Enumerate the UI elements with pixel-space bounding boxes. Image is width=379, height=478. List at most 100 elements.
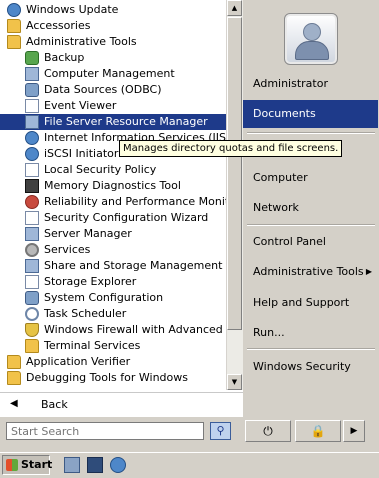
power-icon: ⏻ <box>263 424 273 438</box>
event-viewer-icon <box>25 99 39 113</box>
scroll-down-button[interactable]: ▼ <box>227 374 242 390</box>
program-label: Data Sources (ODBC) <box>44 83 162 96</box>
program-item[interactable]: Data Sources (ODBC) <box>0 82 226 98</box>
scroll-thumb[interactable] <box>227 17 242 330</box>
right-menu-label: Help and Support <box>253 296 350 309</box>
program-label: Debugging Tools for Windows <box>26 371 188 384</box>
program-item[interactable]: Windows Update <box>0 2 226 18</box>
program-item[interactable]: Storage Explorer <box>0 274 226 290</box>
program-item[interactable]: Event Viewer <box>0 98 226 114</box>
program-label: Event Viewer <box>44 99 117 112</box>
program-list-scrollbar[interactable]: ▲ ▼ <box>226 0 243 390</box>
chevron-right-icon: ▶ <box>350 426 358 436</box>
back-button[interactable]: ◀ Back <box>0 392 243 417</box>
right-pane: Administrator Documents Computer Network Con… <box>243 0 379 417</box>
program-label: Local Security Policy <box>44 163 157 176</box>
program-item[interactable]: Server Manager <box>0 226 226 242</box>
program-item[interactable]: Terminal Services <box>0 338 226 354</box>
search-button[interactable]: ⚲ <box>210 422 231 440</box>
program-item[interactable]: Security Configuration Wizard <box>0 210 226 226</box>
windows-logo-icon <box>6 459 18 471</box>
wizard-icon <box>25 211 39 225</box>
program-label: Application Verifier <box>26 355 131 368</box>
program-item[interactable]: Services <box>0 242 226 258</box>
backup-icon <box>25 51 39 65</box>
start-search-input[interactable] <box>6 422 204 440</box>
program-label: Backup <box>44 51 85 64</box>
folder-icon <box>7 371 21 385</box>
right-menu-label: Computer <box>253 171 308 184</box>
right-menu-item[interactable]: Run... <box>243 319 378 347</box>
menu-separator <box>247 224 375 226</box>
odbc-icon <box>25 83 39 97</box>
computer-management-icon <box>25 67 39 81</box>
folder-icon <box>7 35 21 49</box>
right-menu-label: Administrator <box>253 77 328 90</box>
internet-explorer-icon[interactable] <box>110 457 126 473</box>
program-item[interactable]: Computer Management <box>0 66 226 82</box>
folder-icon <box>7 355 21 369</box>
program-item[interactable]: Backup <box>0 50 226 66</box>
program-item[interactable]: Windows Firewall with Advanced Security <box>0 322 226 338</box>
firewall-icon <box>25 323 39 337</box>
right-menu-item[interactable]: Windows Security <box>243 353 378 381</box>
taskbar: Start <box>0 452 379 478</box>
all-programs-pane: Windows Update Accessories Administrative … <box>0 0 244 417</box>
start-label: Start <box>21 458 53 471</box>
power-options-button[interactable]: ▶ <box>343 420 365 442</box>
submenu-arrow-icon: ▶ <box>365 267 372 276</box>
system-config-icon <box>25 291 39 305</box>
lock-icon: 🔒 <box>310 424 326 438</box>
iscsi-icon <box>25 147 39 161</box>
right-menu-label: Documents <box>253 107 316 120</box>
right-menu-item[interactable]: Help and Support <box>243 289 378 317</box>
right-menu-item[interactable]: Control Panel <box>243 228 378 256</box>
power-button[interactable]: ⏻ <box>245 420 291 442</box>
program-item[interactable]: Administrative Tools <box>0 34 226 50</box>
search-icon: ⚲ <box>216 424 225 437</box>
right-menu-item[interactable]: Computer <box>243 164 378 192</box>
power-buttons: ⏻ 🔒 ▶ <box>245 420 366 442</box>
program-label: Services <box>44 243 91 256</box>
performance-icon <box>25 195 39 209</box>
program-label: Share and Storage Management <box>44 259 223 272</box>
right-menu-item[interactable]: Documents <box>243 100 378 128</box>
program-item[interactable]: Memory Diagnostics Tool <box>0 178 226 194</box>
program-item[interactable]: Local Security Policy <box>0 162 226 178</box>
program-label: Security Configuration Wizard <box>44 211 209 224</box>
program-item[interactable]: Debugging Tools for Windows <box>0 370 226 386</box>
scroll-up-button[interactable]: ▲ <box>227 0 242 16</box>
program-item[interactable]: Application Verifier <box>0 354 226 370</box>
security-policy-icon <box>25 163 39 177</box>
show-desktop-icon[interactable] <box>87 457 103 473</box>
right-menu-item[interactable]: Network <box>243 194 378 222</box>
program-label: Windows Update <box>26 3 119 16</box>
right-menu-label: Administrative Tools <box>253 265 364 278</box>
program-label: Terminal Services <box>44 339 141 352</box>
program-item[interactable]: System Configuration <box>0 290 226 306</box>
program-list: Windows Update Accessories Administrative … <box>0 0 226 390</box>
program-item[interactable]: Accessories <box>0 18 226 34</box>
server-manager-quicklaunch-icon[interactable] <box>64 457 80 473</box>
right-menu-label: Network <box>253 201 299 214</box>
user-avatar[interactable] <box>284 13 338 65</box>
right-menu-item[interactable]: Administrator <box>243 70 378 98</box>
program-item[interactable]: Share and Storage Management <box>0 258 226 274</box>
user-body-icon <box>295 41 329 60</box>
right-menu-item[interactable]: Administrative Tools ▶ <box>243 258 378 286</box>
services-icon <box>25 243 39 257</box>
program-label: Task Scheduler <box>44 307 127 320</box>
back-label: Back <box>41 398 68 411</box>
search-row: ⚲ ⏻ 🔒 ▶ <box>0 417 379 447</box>
program-label: File Server Resource Manager <box>44 115 208 128</box>
program-item[interactable]: Reliability and Performance Monitor <box>0 194 226 210</box>
lock-button[interactable]: 🔒 <box>295 420 341 442</box>
iis-icon <box>25 131 39 145</box>
share-icon <box>25 259 39 273</box>
program-item[interactable]: File Server Resource Manager <box>0 114 226 130</box>
program-item[interactable]: Task Scheduler <box>0 306 226 322</box>
program-label: Server Manager <box>44 227 132 240</box>
folder-icon <box>25 339 39 353</box>
tooltip: Manages directory quotas and file screen… <box>119 140 343 157</box>
start-button[interactable]: Start <box>2 455 53 475</box>
